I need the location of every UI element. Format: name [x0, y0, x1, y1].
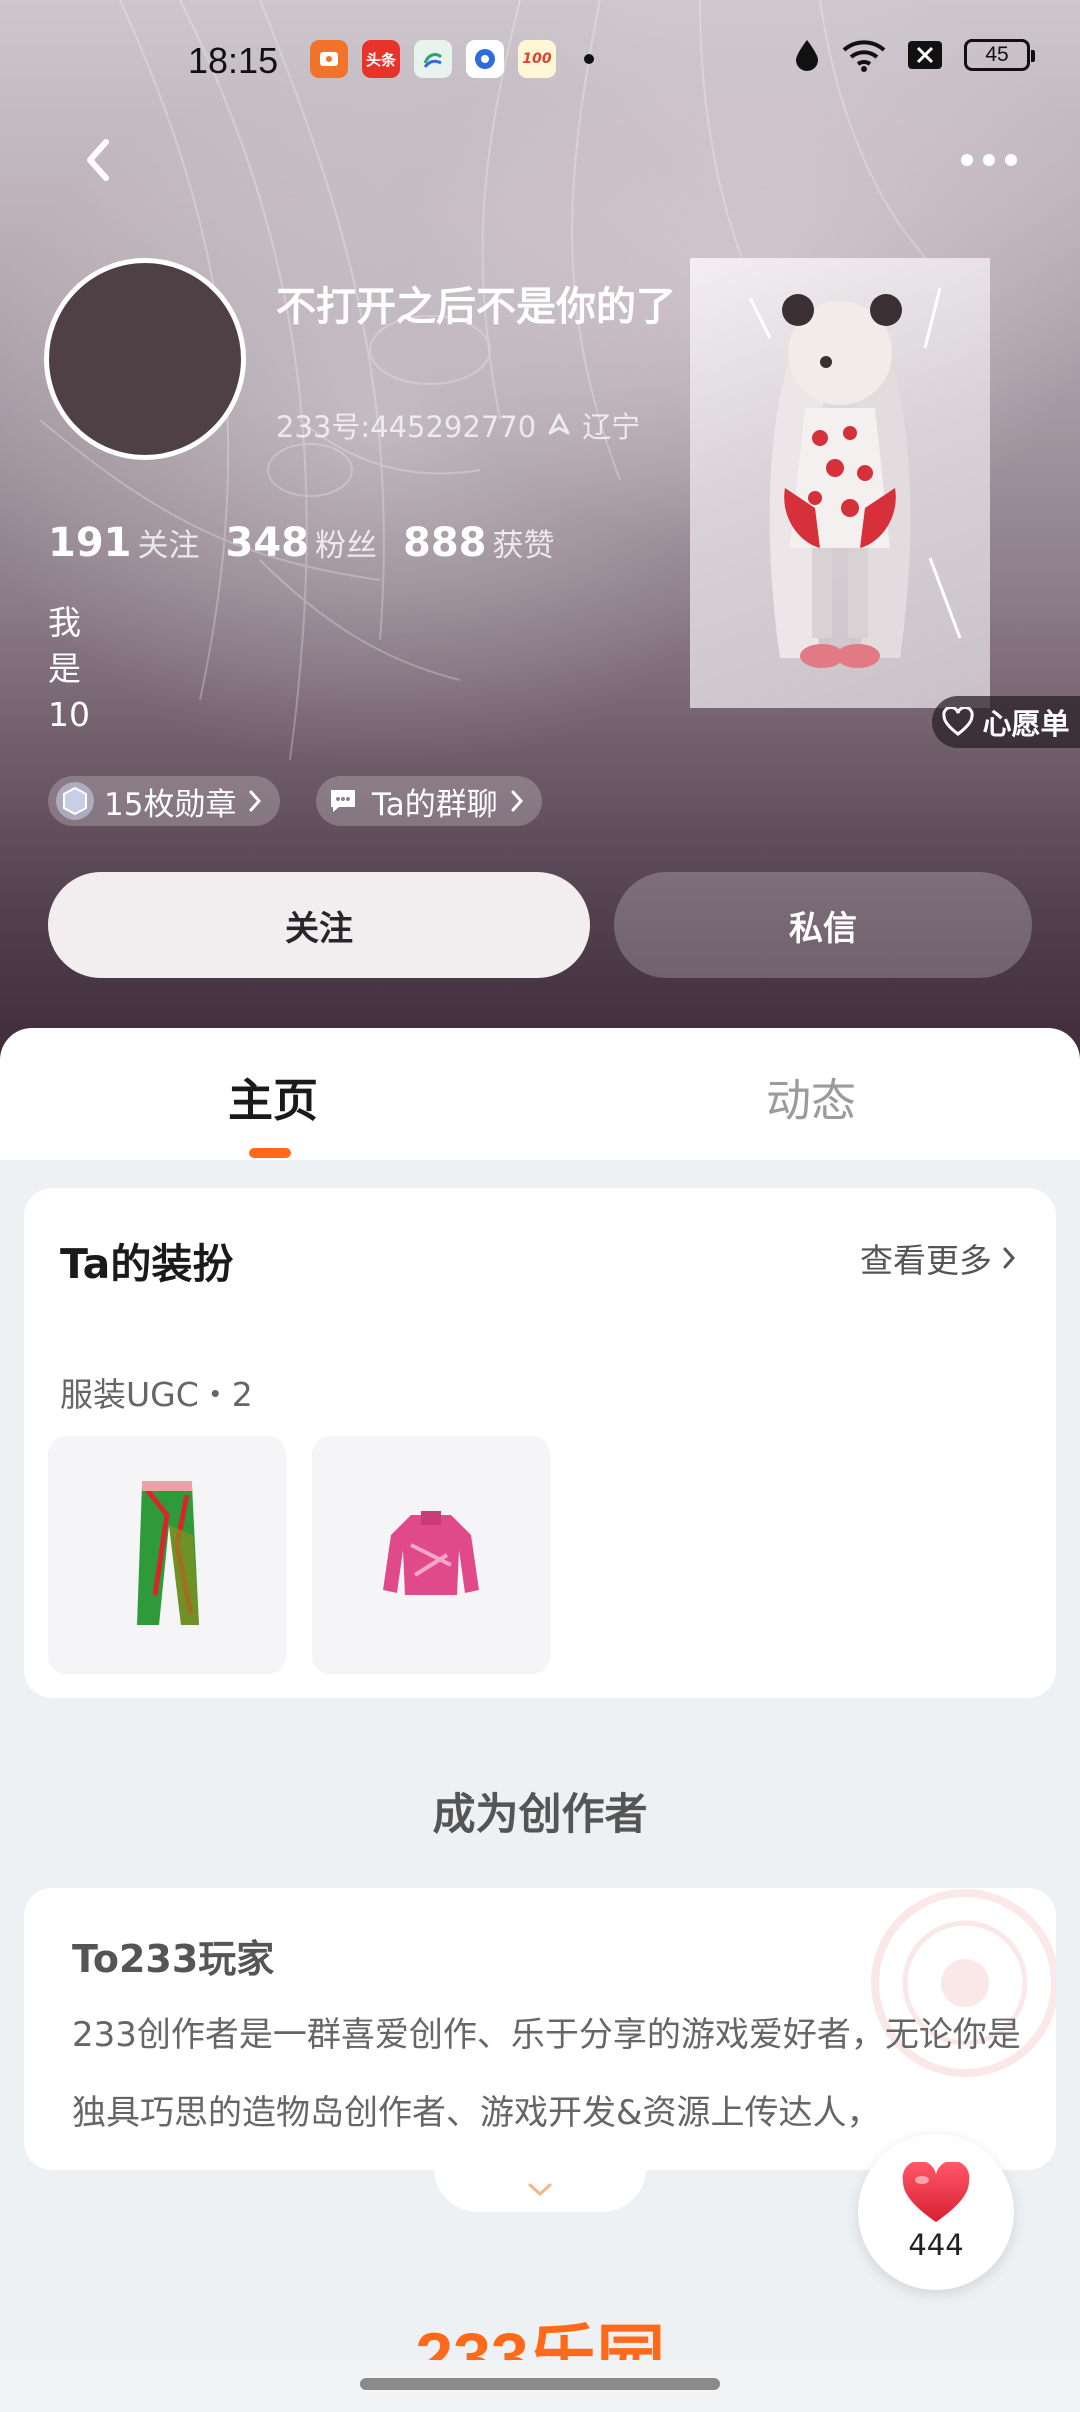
follow-button[interactable]: 关注 — [48, 872, 590, 978]
battery-indicator: 45 — [964, 39, 1035, 71]
data-saver-icon — [796, 40, 818, 71]
ugc-label: 服装UGC・2 — [60, 1375, 253, 1414]
more-dot-icon — [1005, 154, 1017, 166]
chevron-right-icon — [249, 790, 262, 812]
ugc-item-pants[interactable] — [48, 1436, 286, 1674]
notification-app-icons: 头条 100 — [310, 40, 594, 78]
character-figure-image — [748, 287, 962, 668]
like-button[interactable]: 444 — [858, 2134, 1014, 2290]
uid-text: 233号:445292770 — [276, 410, 537, 444]
chat-bubble-icon — [324, 782, 362, 820]
chevron-right-icon — [1003, 1247, 1016, 1269]
app-icon-5: 100 — [518, 40, 556, 78]
location-icon — [548, 413, 570, 435]
status-right-icons: 45 — [792, 38, 1035, 72]
stat-following-value: 191 — [48, 520, 132, 566]
wishlist-button[interactable]: 心愿单 — [932, 696, 1080, 748]
back-button[interactable] — [70, 130, 130, 190]
heart-outline-icon — [942, 707, 975, 736]
no-sim-icon — [908, 41, 942, 69]
app-icon-2-label: 头条 — [365, 50, 396, 69]
view-more-label: 查看更多 — [860, 1241, 992, 1280]
become-creator-heading: 成为创作者 — [432, 1790, 648, 1840]
profile-stats: 191 关注 348 粉丝 888 获赞 — [48, 520, 555, 566]
stat-fans-label: 粉丝 — [315, 528, 377, 564]
expand-button[interactable] — [434, 2168, 646, 2212]
pants-image — [137, 1481, 199, 1625]
wifi-icon — [842, 40, 886, 72]
app-icon-1 — [310, 40, 348, 78]
location-text: 辽宁 — [582, 410, 641, 444]
app-icon-2: 头条 — [362, 40, 400, 78]
more-options-button[interactable] — [954, 140, 1024, 180]
app-icon-3 — [414, 40, 452, 78]
tab-home[interactable]: 主页 — [228, 1064, 318, 1129]
chevron-right-icon — [511, 790, 523, 812]
tab-feed[interactable]: 动态 — [766, 1064, 856, 1129]
stat-fans[interactable]: 348 粉丝 — [226, 520, 378, 566]
like-count: 444 — [908, 2228, 964, 2262]
app-icon-4 — [466, 40, 504, 78]
status-time: 18:15 — [188, 40, 279, 81]
avatar-outfit-preview[interactable] — [690, 258, 990, 708]
stat-likes[interactable]: 888 获赞 — [403, 520, 555, 566]
stat-likes-label: 获赞 — [492, 528, 555, 564]
chevron-down-icon — [528, 2183, 552, 2197]
avatar[interactable] — [44, 258, 246, 460]
badges-pill[interactable]: 15枚勋章 — [48, 776, 281, 826]
wishlist-label: 心愿单 — [982, 707, 1070, 741]
bio-text: 我是10 — [48, 603, 90, 734]
active-tab-indicator — [249, 1148, 291, 1158]
nickname: 不打开之后不是你的了 — [276, 284, 676, 330]
jacket-image — [383, 1511, 479, 1595]
heart-icon — [902, 2162, 970, 2222]
app-icon-5-label: 100 — [522, 51, 552, 67]
ugc-item-jacket[interactable] — [312, 1436, 550, 1674]
view-more-link[interactable]: 查看更多 — [860, 1234, 1018, 1282]
brand-logo: 233乐园 — [415, 2319, 665, 2360]
more-dot-icon — [961, 154, 973, 166]
stat-fans-value: 348 — [225, 520, 310, 566]
stat-likes-value: 888 — [403, 520, 487, 566]
badges-label: 15枚勋章 — [104, 786, 237, 823]
message-button[interactable]: 私信 — [614, 872, 1032, 978]
dress-up-title: Ta的装扮 — [60, 1240, 234, 1288]
medal-icon — [56, 782, 94, 820]
more-dot-icon — [983, 154, 995, 166]
creator-intro-card[interactable]: To233玩家 233创作者是一群喜爱创作、乐于分享的游戏爱好者，无论你是独具巧… — [24, 1888, 1056, 2170]
dress-up-card: Ta的装扮 查看更多 服装UGC・2 — [24, 1188, 1056, 1698]
chevron-left-icon — [87, 139, 109, 181]
group-chat-label: Ta的群聊 — [372, 786, 498, 823]
profile-tabs: 主页 动态 — [0, 1028, 1080, 1160]
creator-card-body: 233创作者是一群喜爱创作、乐于分享的游戏爱好者，无论你是独具巧思的造物岛创作者… — [72, 2015, 1021, 2133]
creator-card-title: To233玩家 — [72, 1937, 275, 1981]
status-bar: 18:15 头条 100 45 — [0, 0, 1080, 120]
more-notifications-dot — [584, 54, 594, 64]
home-indicator[interactable] — [360, 2378, 720, 2390]
stat-following-label: 关注 — [137, 528, 200, 564]
uid-location: 233号:445292770 辽宁 — [276, 404, 640, 446]
stat-following[interactable]: 191 关注 — [48, 520, 200, 566]
group-chat-pill[interactable]: Ta的群聊 — [316, 776, 542, 826]
